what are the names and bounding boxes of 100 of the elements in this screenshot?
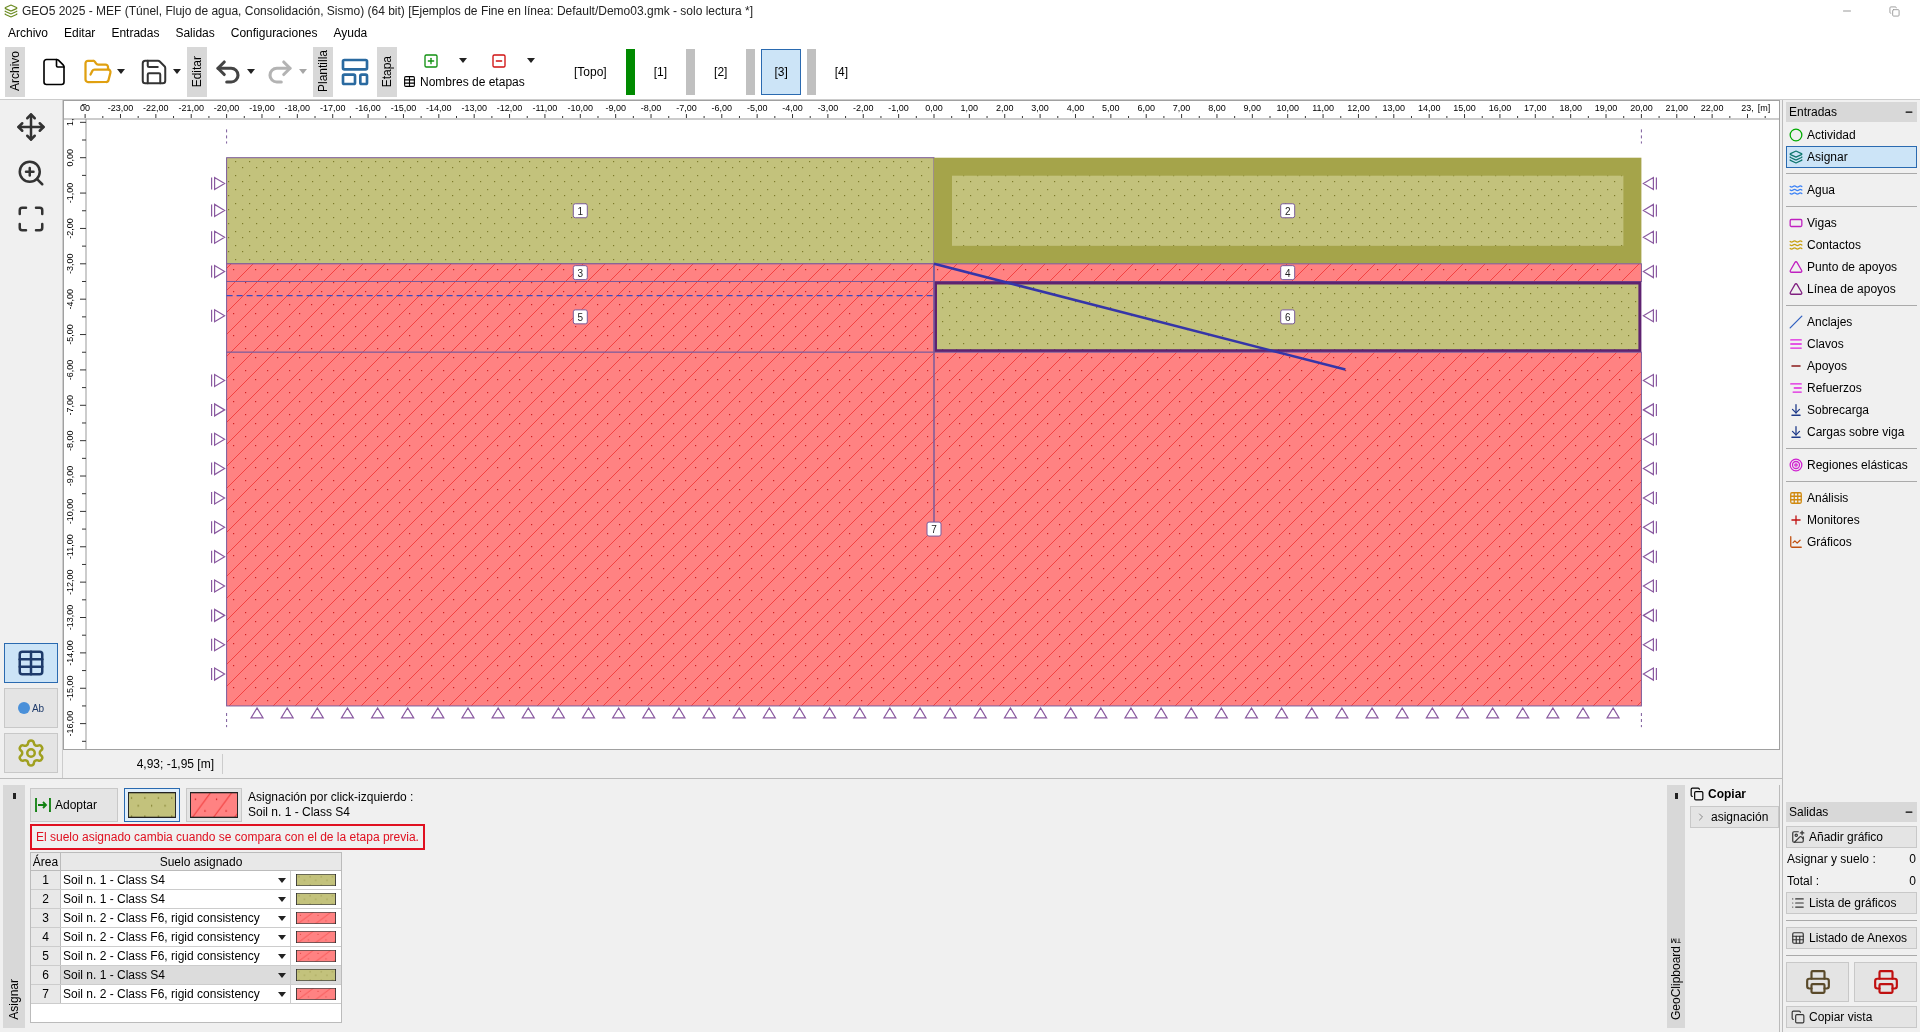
print-pdf-button[interactable] bbox=[1854, 962, 1917, 1002]
stage-tab[interactable]: [Topo] bbox=[561, 48, 620, 95]
ruler-label: 22,00 bbox=[1700, 103, 1724, 113]
menu-item[interactable]: Editar bbox=[56, 24, 104, 42]
menu-item[interactable]: Configuraciones bbox=[222, 24, 326, 42]
ruler-label: -21,00 bbox=[178, 103, 204, 113]
table-row[interactable]: 3 Soil n. 2 - Class F6, rigid consistency bbox=[31, 909, 341, 928]
caret-icon bbox=[278, 953, 286, 959]
soil-dropdown[interactable]: Soil n. 2 - Class F6, rigid consistency bbox=[61, 909, 291, 927]
add-stage-button[interactable] bbox=[423, 52, 467, 69]
soil-dropdown[interactable]: Soil n. 1 - Class S4 bbox=[61, 890, 291, 908]
settings-icon bbox=[16, 738, 46, 768]
table-row[interactable]: 2 Soil n. 1 - Class S4 bbox=[31, 890, 341, 909]
stage-tab[interactable]: [4] bbox=[821, 48, 862, 95]
ruler-label: 4,00 bbox=[1066, 103, 1085, 113]
panel-item[interactable]: Sobrecarga bbox=[1786, 399, 1917, 421]
panel-item[interactable]: Refuerzos bbox=[1786, 377, 1917, 399]
region-label: 3 bbox=[572, 265, 588, 281]
menu-item[interactable]: Ayuda bbox=[325, 24, 376, 42]
menu-item[interactable]: Entradas bbox=[103, 24, 168, 42]
menu-item[interactable]: Salidas bbox=[167, 24, 223, 42]
panel-item[interactable]: Actividad bbox=[1786, 124, 1917, 146]
count-value: 0 bbox=[1909, 851, 1916, 868]
soil-dropdown[interactable]: Soil n. 2 - Class F6, rigid consistency bbox=[61, 985, 291, 1003]
ruler-label: -12,00 bbox=[65, 569, 75, 595]
ruler-label: 23, bbox=[1741, 103, 1754, 113]
window-title: GEO5 2025 - MEF (Túnel, Flujo de agua, Consolidación, Sismo) (64 bit) [Ejemplos de Fine en línea: Default/Demo03.gmk - solo lectura *] bbox=[22, 3, 753, 20]
ruler-label: -6,00 bbox=[65, 359, 75, 381]
table-row[interactable]: 5 Soil n. 2 - Class F6, rigid consistency bbox=[31, 947, 341, 966]
panel-side-label: Asignar bbox=[6, 979, 22, 1020]
panel-item[interactable]: Análisis bbox=[1786, 487, 1917, 509]
region-label: 2 bbox=[1280, 203, 1296, 219]
copy-item-button[interactable]: asignación bbox=[1690, 806, 1779, 828]
ruler-label: 0,00 bbox=[65, 148, 75, 167]
ruler-label: 17,00 bbox=[1524, 103, 1547, 113]
panel-item[interactable]: Contactos bbox=[1786, 234, 1917, 256]
caret-icon bbox=[299, 69, 307, 74]
ruler-label: 19,00 bbox=[1594, 103, 1618, 113]
soil-swatch[interactable] bbox=[186, 788, 242, 822]
soil-dropdown[interactable]: Soil n. 2 - Class F6, rigid consistency bbox=[61, 928, 291, 946]
soil-region[interactable] bbox=[934, 281, 1642, 353]
panel-item[interactable]: Línea de apoyos bbox=[1786, 278, 1917, 300]
stage-names-button[interactable]: Nombres de etapas bbox=[403, 72, 535, 91]
panel-item[interactable]: Anclajes bbox=[1786, 311, 1917, 333]
stage-tab[interactable]: [2] bbox=[701, 48, 741, 95]
ruler-label: -10,00 bbox=[567, 103, 594, 113]
row-number: 5 bbox=[31, 947, 61, 965]
soil-dropdown[interactable]: Soil n. 1 - Class S4 bbox=[61, 871, 291, 889]
panel-item[interactable]: Vigas bbox=[1786, 212, 1917, 234]
panel-item[interactable]: Monitores bbox=[1786, 509, 1917, 531]
table-row[interactable]: 4 Soil n. 2 - Class F6, rigid consistency bbox=[31, 928, 341, 947]
ruler-label: 2,00 bbox=[995, 103, 1014, 113]
ruler-label: -11,00 bbox=[65, 534, 75, 560]
table-row[interactable]: 7 Soil n. 2 - Class F6, rigid consistency bbox=[31, 985, 341, 1004]
ruler-label: 1,00 bbox=[960, 103, 979, 113]
remove-stage-button[interactable] bbox=[491, 52, 535, 69]
ruler-label: 20,00 bbox=[1630, 103, 1653, 113]
stage-tab[interactable]: [3] bbox=[761, 48, 801, 95]
printer-icon bbox=[1872, 969, 1899, 995]
caret-icon bbox=[278, 877, 286, 883]
soil-swatch[interactable] bbox=[124, 788, 180, 822]
ruler-label: -17,00 bbox=[319, 103, 346, 113]
copy-view-button[interactable]: Copiar vista bbox=[1786, 1006, 1917, 1028]
table-row[interactable]: 1 Soil n. 1 - Class S4 bbox=[31, 871, 341, 890]
panel-item[interactable]: Clavos bbox=[1786, 333, 1917, 355]
panel-item[interactable]: Apoyos bbox=[1786, 355, 1917, 377]
soil-region[interactable] bbox=[933, 263, 1642, 282]
panel-item[interactable]: Punto de apoyos bbox=[1786, 256, 1917, 278]
zoom-icon bbox=[16, 158, 46, 188]
count-label: Total : bbox=[1787, 873, 1819, 890]
ruler-label: -19,00 bbox=[249, 103, 275, 113]
ruler-label: 00 bbox=[80, 103, 91, 113]
panel-item[interactable]: Regiones elásticas bbox=[1786, 454, 1917, 476]
appendix-list-button[interactable]: Listado de Anexos bbox=[1786, 927, 1917, 949]
copy-title: Copiar bbox=[1690, 785, 1779, 803]
menu-item[interactable]: Archivo bbox=[0, 24, 56, 42]
table-row[interactable]: 6 Soil n. 1 - Class S4 bbox=[31, 966, 341, 985]
ruler-label: 12,00 bbox=[1347, 103, 1370, 113]
ruler-label: 5,00 bbox=[1102, 103, 1120, 113]
adopt-button[interactable]: Adoptar bbox=[30, 788, 118, 822]
view-mode-button[interactable] bbox=[4, 643, 58, 683]
panel-item[interactable]: Agua bbox=[1786, 179, 1917, 201]
panel-item[interactable]: Cargas sobre viga bbox=[1786, 421, 1917, 443]
soil-dropdown[interactable]: Soil n. 2 - Class F6, rigid consistency bbox=[61, 947, 291, 965]
soil-dropdown[interactable]: Soil n. 1 - Class S4 bbox=[61, 966, 291, 984]
stage-tab[interactable]: [1] bbox=[640, 48, 681, 95]
chart-list-button[interactable]: Lista de gráficos bbox=[1786, 892, 1917, 914]
copy-icon bbox=[1690, 787, 1704, 801]
panel-item[interactable]: Asignar bbox=[1786, 146, 1917, 168]
app-icon bbox=[4, 4, 18, 18]
panel-item[interactable]: Gráficos bbox=[1786, 531, 1917, 553]
add-chart-button[interactable]: Añadir gráfico bbox=[1786, 826, 1917, 848]
caret-icon bbox=[459, 58, 467, 63]
column-header: Área bbox=[31, 853, 61, 870]
print-button[interactable] bbox=[1786, 962, 1849, 1002]
view-mode-button[interactable]: Ab bbox=[4, 688, 58, 728]
ruler-label: 18,00 bbox=[1559, 103, 1582, 113]
printer-icon bbox=[1804, 969, 1831, 995]
ruler-label: -1,00 bbox=[888, 103, 909, 113]
adopt-icon bbox=[35, 798, 51, 812]
